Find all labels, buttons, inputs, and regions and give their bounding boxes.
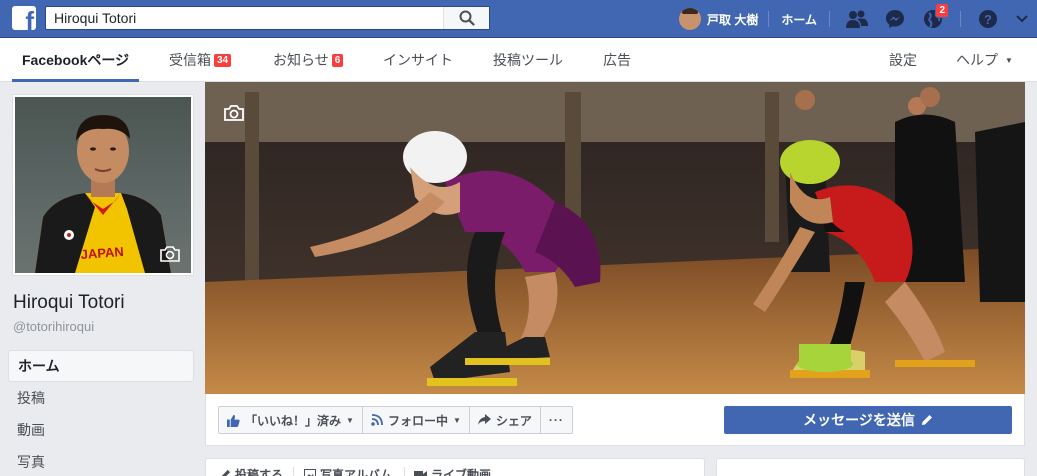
tab-label: 投稿ツール	[493, 52, 563, 68]
composer-tab-live-video[interactable]: ライブ動画	[414, 466, 491, 476]
friends-icon	[846, 10, 868, 28]
tab-facebook-page[interactable]: Facebookページ	[12, 38, 140, 82]
tab-settings[interactable]: 設定	[889, 38, 917, 82]
cover-photo[interactable]	[205, 82, 1025, 394]
share-label: シェア	[495, 413, 532, 428]
follow-label: フォロー中	[387, 413, 448, 428]
side-nav-item-videos[interactable]: 動画	[8, 414, 194, 446]
pencil-icon	[221, 469, 231, 476]
avatar	[679, 8, 702, 30]
tab-inbox[interactable]: 受信箱 34	[169, 38, 232, 82]
search-input[interactable]	[46, 7, 444, 29]
page-nav: Facebookページ 受信箱 34 お知らせ 6 インサイト 投稿ツール 広告…	[0, 38, 1037, 82]
send-message-label: メッセージを送信	[803, 412, 915, 428]
side-nav: ホーム 投稿 動画 写真	[8, 350, 194, 476]
side-nav-label: 動画	[17, 422, 45, 438]
caret-down-icon: ▼	[346, 415, 354, 425]
svg-text:?: ?	[984, 12, 992, 27]
right-column-card	[716, 458, 1025, 476]
camera-icon[interactable]	[159, 245, 181, 263]
composer-tab-post[interactable]: 投稿する	[220, 466, 283, 476]
send-message-button[interactable]: メッセージを送信	[724, 406, 1012, 434]
tab-insights[interactable]: インサイト	[383, 38, 453, 82]
notification-count-badge: 2	[935, 3, 949, 18]
action-button-group: 「いいね！」済み ▼ フォロー中 ▼ シェア ···	[218, 406, 573, 434]
inbox-count-badge: 34	[214, 53, 232, 67]
side-nav-label: 投稿	[17, 390, 45, 406]
tab-publishing-tools[interactable]: 投稿ツール	[493, 38, 563, 82]
like-label: 「いいね！」済み	[245, 413, 342, 428]
page-username[interactable]: @totorihiroqui	[13, 319, 94, 334]
side-nav-label: 写真	[17, 454, 45, 470]
friend-requests-button[interactable]	[838, 0, 876, 38]
more-button[interactable]: ···	[541, 407, 572, 433]
share-arrow-icon	[477, 414, 491, 425]
tab-label: Facebookページ	[22, 52, 130, 68]
page-title: Hiroqui Totori	[13, 292, 125, 313]
tab-label: 受信箱	[169, 52, 211, 68]
video-camera-icon	[414, 470, 427, 476]
search-box[interactable]	[45, 6, 490, 30]
profile-photo: JAPAN	[15, 97, 191, 273]
facebook-logo-icon[interactable]: f	[12, 6, 36, 30]
home-link[interactable]: ホーム	[769, 11, 829, 28]
page-action-bar: 「いいね！」済み ▼ フォロー中 ▼ シェア ··· メッセージを送信	[205, 394, 1025, 446]
tab-label: お知らせ	[273, 52, 329, 68]
cover-photo-image	[205, 82, 1025, 394]
caret-down-icon: ▼	[452, 415, 461, 425]
help-icon: ?	[979, 10, 997, 28]
help-button[interactable]: ?	[969, 0, 1007, 38]
user-profile-link[interactable]: 戸取 大樹	[669, 0, 768, 38]
composer-tab-photo-album[interactable]: 写真アルバム	[304, 466, 392, 476]
tab-label: 広告	[603, 52, 631, 68]
divider	[960, 11, 961, 27]
user-name: 戸取 大樹	[707, 12, 759, 27]
share-button[interactable]: シェア	[470, 407, 541, 433]
messenger-button[interactable]	[876, 0, 914, 38]
profile-picture[interactable]: JAPAN	[12, 94, 194, 276]
camera-icon[interactable]	[223, 104, 245, 122]
messenger-icon	[886, 10, 904, 28]
side-nav-item-photos[interactable]: 写真	[8, 446, 194, 476]
side-nav-label: ホーム	[18, 358, 60, 374]
side-nav-item-home[interactable]: ホーム	[8, 350, 194, 382]
more-dots-icon: ···	[548, 413, 564, 427]
like-button[interactable]: 「いいね！」済み ▼	[219, 407, 363, 433]
caret-down-icon: ▼	[1005, 55, 1013, 65]
search-icon	[459, 10, 475, 26]
rss-icon	[371, 414, 383, 426]
notifications-count-badge: 6	[331, 53, 344, 67]
notifications-button[interactable]: 2	[914, 0, 952, 38]
tab-help[interactable]: ヘルプ ▼	[956, 38, 1013, 82]
follow-button[interactable]: フォロー中 ▼	[363, 407, 470, 433]
composer-tab-label: 投稿する	[235, 468, 284, 476]
divider	[293, 467, 294, 476]
top-bar: f 戸取 大樹 ホーム 2 ?	[0, 0, 1037, 38]
tab-label: ヘルプ	[956, 52, 998, 68]
search-button[interactable]	[443, 7, 489, 29]
divider	[404, 467, 405, 476]
tab-ads[interactable]: 広告	[603, 38, 631, 82]
thumbs-up-icon	[227, 414, 240, 427]
chevron-down-icon	[1016, 15, 1028, 23]
tab-label: 設定	[889, 52, 917, 68]
composer-tabs: 投稿する 写真アルバム ライブ動画	[205, 458, 705, 476]
composer-tab-label: ライブ動画	[431, 468, 492, 476]
tab-label: インサイト	[383, 52, 453, 68]
side-nav-item-posts[interactable]: 投稿	[8, 382, 194, 414]
composer-tab-label: 写真アルバム	[320, 468, 392, 476]
pencil-icon	[921, 415, 932, 425]
photo-album-icon	[304, 469, 316, 476]
svg-text:JAPAN: JAPAN	[80, 244, 124, 262]
divider	[829, 11, 830, 27]
account-menu-button[interactable]	[1007, 0, 1037, 38]
tab-notifications[interactable]: お知らせ 6	[273, 38, 344, 82]
